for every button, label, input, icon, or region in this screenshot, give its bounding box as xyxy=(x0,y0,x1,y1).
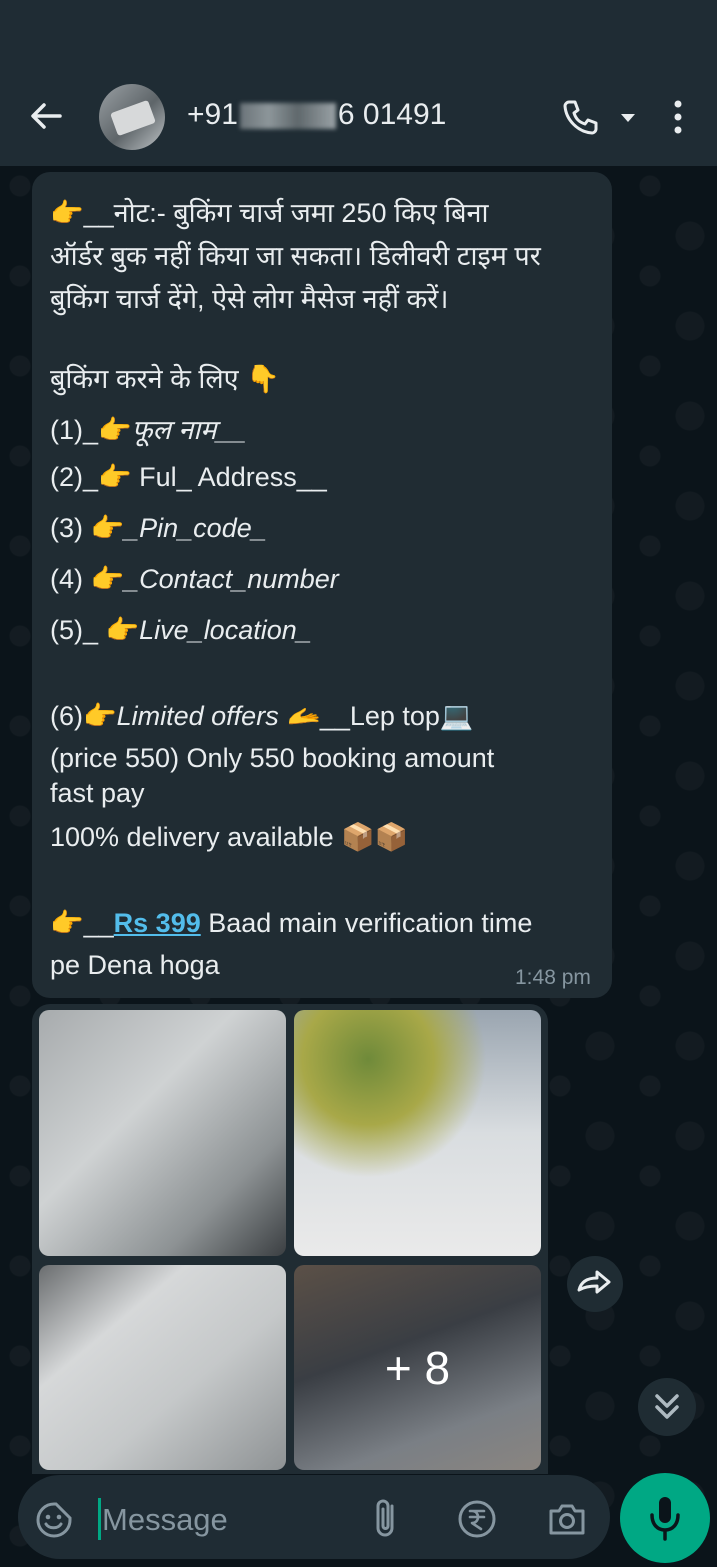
message-line: (4) 👉_Contact_number xyxy=(50,563,339,595)
chevron-double-down-icon xyxy=(655,1394,679,1419)
offer-text: Limited offers 🫴 xyxy=(116,701,320,731)
scroll-to-bottom-button[interactable] xyxy=(638,1378,696,1436)
forward-icon xyxy=(577,1270,611,1294)
message-line: fast pay xyxy=(50,778,145,808)
photo-thumbnail[interactable] xyxy=(39,1265,286,1470)
avatar[interactable] xyxy=(99,84,165,150)
caret-down-icon[interactable] xyxy=(618,108,638,128)
list-value: _Contact_number xyxy=(124,564,339,594)
paperclip-icon[interactable] xyxy=(366,1496,406,1542)
message-line: (price 550) Only 550 booking amount xyxy=(50,743,495,773)
camera-icon[interactable] xyxy=(546,1498,588,1540)
sticker-emoji-icon[interactable] xyxy=(34,1500,74,1540)
message-line: बुकिंग चार्ज देंगे, ऐसे लोग मैसेज नहीं क… xyxy=(50,284,449,314)
more-photos-count[interactable]: + 8 xyxy=(294,1265,541,1470)
redacted-digits xyxy=(239,103,336,130)
message-time: 1:48 pm xyxy=(515,966,591,989)
list-value: फूल नाम__ xyxy=(131,415,247,445)
verification-text: Baad main verification time xyxy=(200,908,533,938)
list-number: (1)_👉 xyxy=(50,415,132,445)
message-line: बुकिंग करने के लिए 👇 xyxy=(50,364,280,394)
message-line: ऑर्डर बुक नहीं किया जा सकता। डिलीवरी टाइ… xyxy=(50,241,541,271)
photo-thumbnail[interactable] xyxy=(39,1010,286,1256)
microphone-icon xyxy=(650,1497,680,1541)
message-line: (2)_👉 Ful_ Address__ xyxy=(50,462,327,492)
photo-thumbnail[interactable] xyxy=(294,1010,541,1256)
message-input[interactable] xyxy=(100,1494,354,1546)
message-line: 👉__Rs 399 Baad main verification time xyxy=(50,907,532,939)
message-line: (3) 👉_Pin_code_ xyxy=(50,512,267,544)
price-link[interactable]: Rs 399 xyxy=(114,908,201,938)
arrow-left-icon[interactable] xyxy=(26,96,66,136)
list-number: (5)_ 👉 xyxy=(50,615,140,645)
more-vertical-icon[interactable] xyxy=(670,98,686,138)
message-line: pe Dena hoga xyxy=(50,950,220,980)
message-line: 👉__नोट:- बुकिंग चार्ज जमा 250 किए बिना xyxy=(50,198,489,228)
contact-prefix: +91 xyxy=(187,98,238,131)
list-value: Live_location_ xyxy=(139,615,312,645)
message-line: (6)👉Limited offers 🫴__Lep top💻 xyxy=(50,700,474,732)
message-line: 100% delivery available 📦📦 xyxy=(50,822,409,852)
contact-suffix: 6 01491 xyxy=(337,98,447,131)
rupee-payment-icon[interactable] xyxy=(456,1498,498,1540)
voice-record-button[interactable] xyxy=(620,1473,710,1563)
laptop-text: __Lep top💻 xyxy=(319,701,474,731)
list-number: (4) 👉 xyxy=(50,564,125,594)
chat-header: +91 6 01491 xyxy=(0,0,717,166)
message-line: (1)_👉फूल नाम__ xyxy=(50,410,246,447)
pointer-text: 👉__ xyxy=(50,908,114,938)
list-value: _Pin_code_ xyxy=(124,513,267,543)
list-number: (3) 👉 xyxy=(50,513,125,543)
message-line: (5)_ 👉Live_location_ xyxy=(50,614,312,646)
phone-icon[interactable] xyxy=(560,96,602,138)
contact-name[interactable]: +91 6 01491 xyxy=(187,98,446,132)
forward-button[interactable] xyxy=(567,1256,623,1312)
list-number: (6)👉 xyxy=(50,701,117,731)
